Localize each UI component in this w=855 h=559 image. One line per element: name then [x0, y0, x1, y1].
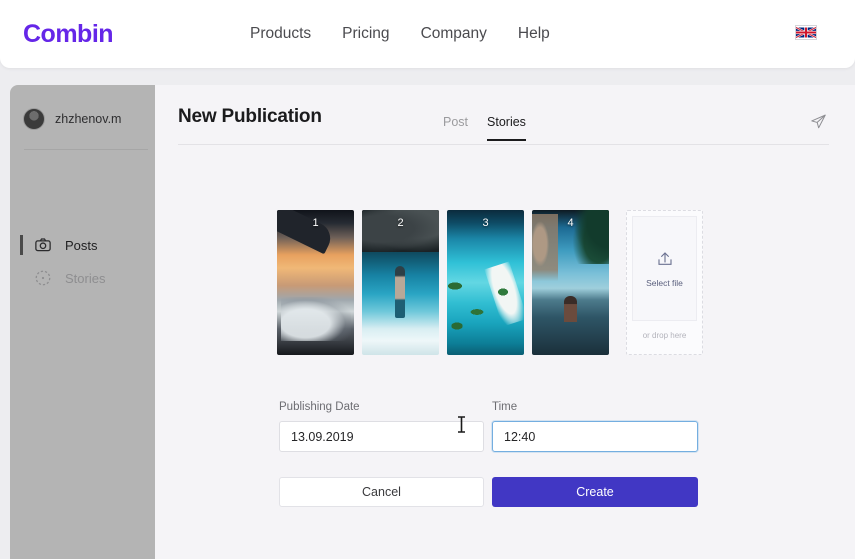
app-root: Combin Products Pricing Company Help zhz…	[0, 0, 855, 559]
camera-icon	[34, 236, 52, 254]
thumbnail-1-number: 1	[312, 217, 319, 229]
story-thumbnails: 1 2 3 4 Select file or drop here	[277, 210, 703, 355]
stories-clock-icon	[34, 269, 52, 287]
sidebar-item-posts[interactable]: Posts	[10, 230, 155, 260]
cancel-button[interactable]: Cancel	[279, 477, 484, 507]
page-title: New Publication	[178, 106, 322, 127]
thumbnail-3[interactable]: 3	[447, 210, 524, 355]
thumbnail-4-subject	[564, 296, 577, 322]
create-button[interactable]: Create	[492, 477, 698, 507]
text-cursor	[457, 416, 466, 438]
nav-link-company[interactable]: Company	[421, 23, 487, 45]
send-paper-plane-icon[interactable]	[810, 113, 827, 135]
drop-here-label: or drop here	[642, 331, 687, 340]
thumbnail-4-number: 4	[567, 217, 574, 229]
publishing-date-label: Publishing Date	[279, 401, 360, 413]
time-label: Time	[492, 401, 518, 413]
tab-post[interactable]: Post	[443, 115, 468, 141]
nav-link-products[interactable]: Products	[250, 23, 311, 45]
thumbnail-2-number: 2	[397, 217, 404, 229]
combin-logo[interactable]: Combin	[23, 19, 114, 49]
sidebar-item-stories[interactable]: Stories	[10, 263, 155, 293]
publication-tabs: Post Stories	[443, 115, 526, 141]
tab-stories[interactable]: Stories	[487, 115, 526, 141]
sidebar-user-name: zhzhenov.m	[55, 112, 122, 126]
nav-link-help[interactable]: Help	[518, 23, 550, 45]
sidebar: zhzhenov.m Posts Stories	[10, 85, 155, 559]
avatar	[23, 108, 45, 130]
thumbnail-1[interactable]: 1	[277, 210, 354, 355]
sidebar-user-account[interactable]: zhzhenov.m	[23, 100, 143, 138]
top-navbar: Combin Products Pricing Company Help	[0, 0, 855, 68]
sidebar-item-stories-label: Stories	[65, 270, 106, 286]
publishing-date-input[interactable]: 13.09.2019	[279, 421, 484, 452]
upload-arrow-icon	[656, 250, 674, 273]
header-divider	[178, 144, 829, 145]
nav-link-pricing[interactable]: Pricing	[342, 23, 389, 45]
thumbnail-3-number: 3	[482, 217, 489, 229]
main-nav: Products Pricing Company Help	[250, 23, 550, 45]
main-panel: New Publication Post Stories 1 2 3 4 Sel…	[155, 85, 855, 559]
sidebar-item-posts-label: Posts	[65, 237, 98, 253]
thumbnail-4[interactable]: 4	[532, 210, 609, 355]
select-file-label: Select file	[646, 277, 683, 288]
thumbnail-2[interactable]: 2	[362, 210, 439, 355]
sidebar-divider	[24, 149, 148, 150]
time-input[interactable]: 12:40	[492, 421, 698, 452]
uk-flag-icon[interactable]	[795, 25, 817, 40]
file-dropzone[interactable]: Select file or drop here	[626, 210, 703, 355]
file-dropzone-select-area[interactable]: Select file	[632, 216, 697, 321]
